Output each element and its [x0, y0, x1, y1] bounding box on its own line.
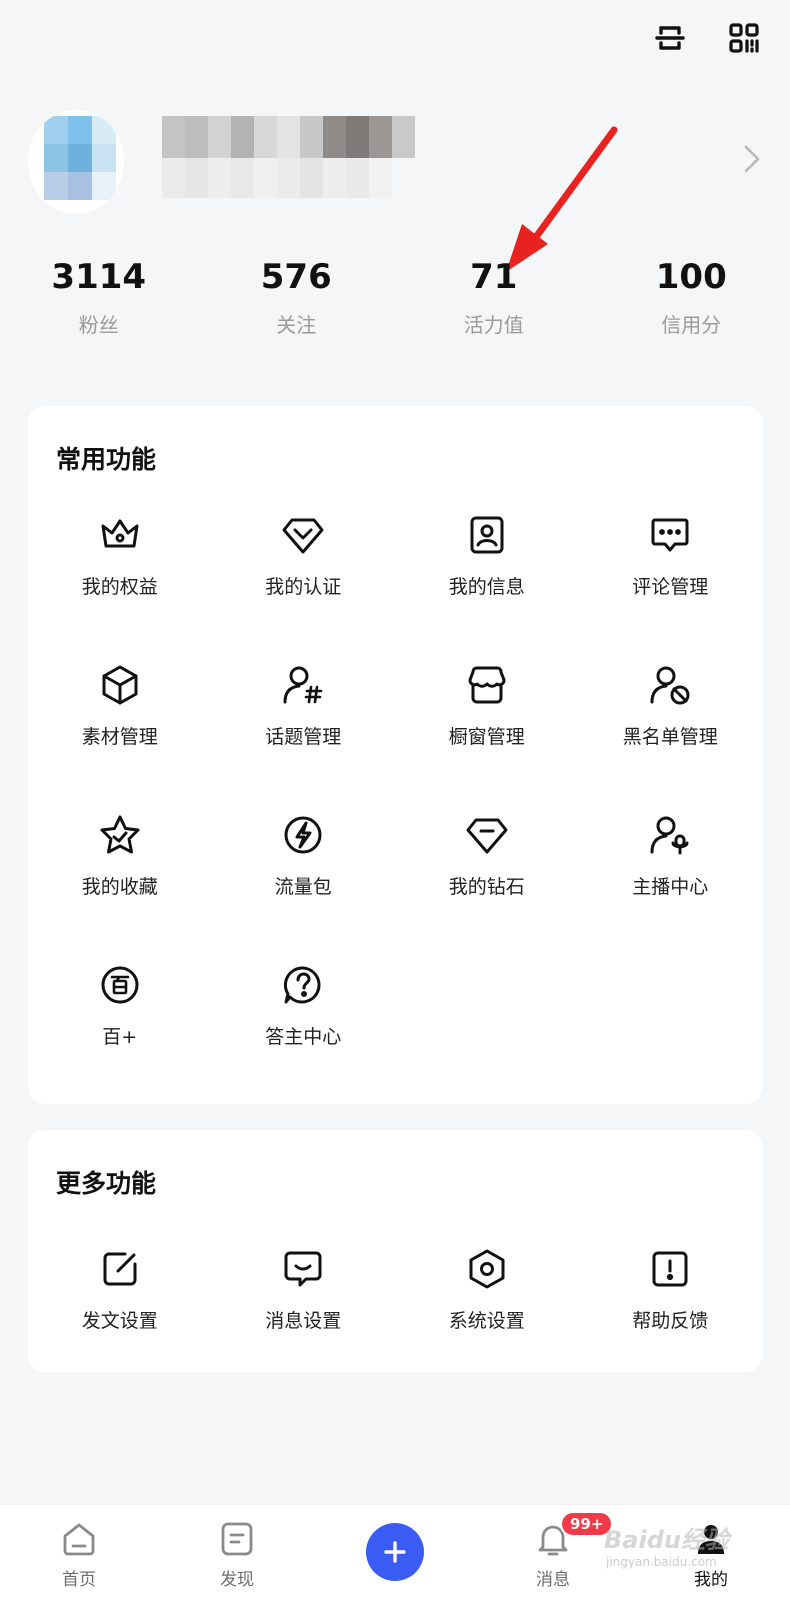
- stat-label: 活力值: [463, 313, 524, 337]
- bai-icon: [101, 966, 139, 1004]
- diamond-icon: [466, 818, 508, 854]
- hexagon-settings-icon: [469, 1249, 505, 1289]
- item-showcase-management[interactable]: 橱窗管理: [395, 662, 579, 812]
- item-my-favorites[interactable]: 我的收藏: [28, 812, 212, 962]
- section-title: 更多功能: [56, 1169, 157, 1198]
- item-my-verification[interactable]: 我的认证: [212, 512, 396, 662]
- avatar[interactable]: [28, 110, 124, 214]
- stat-value: 71: [470, 257, 518, 297]
- more-functions-grid: 发文设置 消息设置 系统设置 帮助反馈: [28, 1246, 762, 1356]
- item-comment-management[interactable]: 评论管理: [579, 512, 763, 662]
- storefront-icon: [468, 666, 506, 704]
- item-topic-management[interactable]: 话题管理: [212, 662, 396, 812]
- publish-button[interactable]: [366, 1523, 424, 1581]
- question-bubble-icon: [284, 966, 321, 1004]
- comment-icon: [651, 518, 689, 552]
- qrcode-icon: [729, 23, 759, 53]
- person-icon: [698, 1525, 724, 1554]
- item-label: 话题管理: [265, 726, 342, 748]
- item-answerer-center[interactable]: 答主中心: [212, 962, 396, 1112]
- avatar-mosaic: [44, 116, 116, 200]
- home-icon: [63, 1523, 95, 1556]
- stats-row: 3114 粉丝 576 关注 71 活力值 100 信用分: [0, 255, 790, 338]
- item-label: 答主中心: [265, 1026, 342, 1048]
- item-traffic-package[interactable]: 流量包: [212, 812, 396, 962]
- item-label: 我的信息: [448, 576, 525, 598]
- tab-label: 发现: [220, 1570, 254, 1590]
- item-post-settings[interactable]: 发文设置: [28, 1246, 212, 1356]
- item-blacklist-management[interactable]: 黑名单管理: [579, 662, 763, 812]
- item-system-settings[interactable]: 系统设置: [395, 1246, 579, 1356]
- stat-label: 信用分: [661, 313, 722, 337]
- bottom-tab-bar: 首页 发现 99+ 消息 我的: [0, 1504, 790, 1600]
- item-label: 发文设置: [81, 1310, 158, 1332]
- stat-credit[interactable]: 100 信用分: [593, 255, 790, 338]
- item-label: 橱窗管理: [448, 726, 525, 748]
- tab-me[interactable]: 我的: [632, 1505, 790, 1600]
- item-my-diamonds[interactable]: 我的钻石: [395, 812, 579, 962]
- tab-label: 消息: [536, 1570, 570, 1590]
- tab-home[interactable]: 首页: [0, 1505, 158, 1600]
- item-my-rights[interactable]: 我的权益: [28, 512, 212, 662]
- stat-fans[interactable]: 3114 粉丝: [0, 255, 198, 338]
- item-message-settings[interactable]: 消息设置: [212, 1246, 396, 1356]
- message-box-icon: [284, 1251, 322, 1287]
- profile-card-icon: [470, 516, 504, 554]
- item-label: 黑名单管理: [622, 726, 718, 748]
- item-streamer-center[interactable]: 主播中心: [579, 812, 763, 962]
- stat-following[interactable]: 576 关注: [198, 255, 396, 338]
- chevron-right-icon[interactable]: [738, 142, 764, 176]
- item-label: 我的权益: [81, 576, 158, 598]
- stat-label: 粉丝: [78, 313, 119, 337]
- user-block-icon: [650, 666, 690, 705]
- exclamation-square-icon: [652, 1251, 688, 1287]
- stat-label: 关注: [276, 313, 317, 337]
- item-label: 百+: [102, 1026, 138, 1048]
- username-mosaic: [162, 116, 415, 198]
- tab-publish[interactable]: [316, 1505, 474, 1600]
- stat-value: 576: [260, 257, 332, 297]
- item-label: 我的收藏: [81, 876, 158, 898]
- message-count-badge: 99+: [560, 1511, 614, 1537]
- item-my-info[interactable]: 我的信息: [395, 512, 579, 662]
- lightning-icon: [284, 816, 322, 854]
- top-actions: [650, 18, 764, 58]
- more-functions-card: 更多功能 发文设置 消息设置 系统设置 帮助反馈: [28, 1130, 762, 1372]
- cube-icon: [102, 665, 138, 705]
- stat-vitality[interactable]: 71 活力值: [395, 255, 593, 338]
- verified-badge-icon: [282, 518, 324, 554]
- common-functions-card: 常用功能 我的权益 我的认证 我的信息 评论管理 素材管理 话题管理 橱窗管理 …: [28, 406, 762, 1104]
- tab-discover[interactable]: 发现: [158, 1505, 316, 1600]
- user-mic-icon: [650, 816, 689, 855]
- item-bai-plus[interactable]: 百+: [28, 962, 212, 1112]
- scan-button[interactable]: [650, 18, 690, 58]
- item-label: 我的钻石: [448, 876, 525, 898]
- profile-header[interactable]: [28, 110, 768, 214]
- item-help-feedback[interactable]: 帮助反馈: [579, 1246, 763, 1356]
- item-label: 素材管理: [81, 726, 158, 748]
- item-label: 帮助反馈: [632, 1310, 709, 1332]
- crown-icon: [101, 519, 139, 548]
- user-hashtag-icon: [283, 666, 323, 704]
- plus-icon: [384, 1541, 406, 1563]
- item-material-management[interactable]: 素材管理: [28, 662, 212, 812]
- scan-icon: [655, 26, 685, 50]
- item-label: 消息设置: [265, 1310, 342, 1332]
- item-label: 流量包: [274, 876, 332, 898]
- qrcode-button[interactable]: [724, 18, 764, 58]
- item-label: 评论管理: [632, 576, 709, 598]
- item-label: 主播中心: [632, 876, 709, 898]
- section-title: 常用功能: [56, 445, 157, 474]
- tab-label: 我的: [694, 1570, 728, 1590]
- item-label: 系统设置: [448, 1310, 525, 1332]
- common-functions-grid: 我的权益 我的认证 我的信息 评论管理 素材管理 话题管理 橱窗管理 黑名单管理…: [28, 512, 762, 1112]
- edit-square-icon: [103, 1252, 137, 1286]
- item-label: 我的认证: [265, 576, 342, 598]
- tab-messages[interactable]: 99+ 消息: [474, 1505, 632, 1600]
- tab-label: 首页: [62, 1570, 96, 1590]
- discover-icon: [221, 1522, 253, 1556]
- stat-value: 3114: [51, 257, 147, 297]
- star-icon: [100, 815, 140, 854]
- stat-value: 100: [655, 257, 727, 297]
